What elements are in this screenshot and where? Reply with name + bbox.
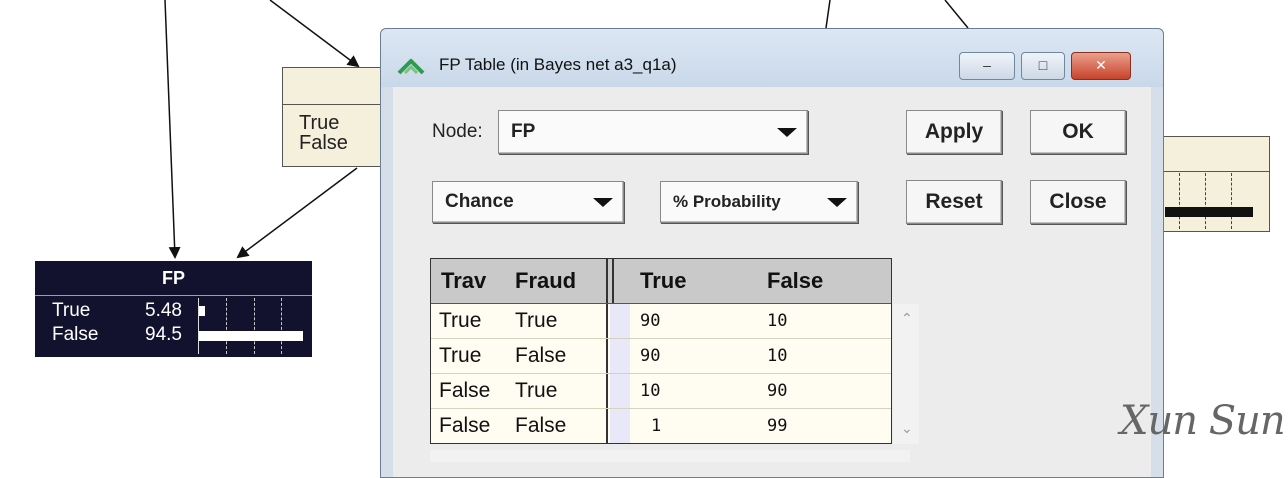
parent-node-state-true: True xyxy=(299,112,340,134)
edge-upper-right xyxy=(944,0,969,29)
fp-node[interactable]: FP True 5.48 False 94.5 xyxy=(35,261,312,357)
probability-table: Trav Fraud True False True True 90 10 Tr… xyxy=(430,258,892,444)
fp-belief-bars xyxy=(198,298,309,354)
close-button[interactable]: Close xyxy=(1030,180,1126,224)
node-type-value: Chance xyxy=(445,191,514,212)
fp-false-bar xyxy=(199,331,303,341)
dialog-titlebar[interactable]: FP Table (in Bayes net a3_q1a) – □ ✕ xyxy=(381,29,1163,87)
fp-true-label: True xyxy=(52,300,91,321)
chevron-down-icon xyxy=(827,198,847,207)
table-vertical-scrollbar[interactable]: ⌃ ⌄ xyxy=(893,304,919,444)
maximize-icon: □ xyxy=(1038,57,1048,73)
close-button-label: Close xyxy=(1049,190,1107,213)
fp-true-value: 5.48 xyxy=(145,300,182,321)
cell-prob-true[interactable]: 90 xyxy=(640,346,660,366)
watermark-signature: Xun Sun xyxy=(1120,398,1286,444)
edge-top-node-to-fp xyxy=(236,167,358,259)
parent-node-state-false: False xyxy=(299,132,348,154)
fp-node-title: FP xyxy=(35,261,312,296)
table-row: True True 90 10 xyxy=(431,304,891,339)
maximize-button[interactable]: □ xyxy=(1021,52,1065,80)
close-icon: ✕ xyxy=(1095,57,1107,73)
cell-fraud: False xyxy=(515,344,567,367)
cell-prob-false[interactable]: 99 xyxy=(767,416,787,436)
fp-false-value: 94.5 xyxy=(145,324,182,345)
fp-true-bar xyxy=(199,306,205,316)
chevron-down-icon xyxy=(593,198,613,207)
header-fraud: Fraud xyxy=(515,268,577,293)
table-header-row: Trav Fraud True False xyxy=(431,259,891,304)
cell-fraud: False xyxy=(515,414,567,437)
header-trav: Trav xyxy=(441,268,487,293)
close-window-button[interactable]: ✕ xyxy=(1071,52,1131,80)
cell-trav: False xyxy=(439,379,491,402)
right-node-header xyxy=(1161,137,1269,172)
cell-fraud: True xyxy=(515,379,558,402)
cell-trav: True xyxy=(439,344,482,367)
table-horizontal-scrollbar[interactable] xyxy=(430,450,910,462)
scroll-down-icon[interactable]: ⌄ xyxy=(901,420,913,437)
netica-app-icon xyxy=(397,59,425,75)
edge-into-fp-left xyxy=(164,0,181,259)
node-type-select[interactable]: Chance xyxy=(432,181,624,223)
table-format-select[interactable]: % Probability xyxy=(660,181,858,223)
header-false: False xyxy=(767,268,824,293)
reset-button[interactable]: Reset xyxy=(906,180,1002,224)
cell-prob-false[interactable]: 10 xyxy=(767,346,787,366)
cell-prob-false[interactable]: 90 xyxy=(767,381,787,401)
apply-button[interactable]: Apply xyxy=(906,110,1002,154)
chevron-down-icon xyxy=(777,128,797,137)
node-select[interactable]: FP xyxy=(498,110,808,154)
cell-fraud: True xyxy=(515,309,558,332)
fp-false-label: False xyxy=(52,324,99,345)
right-node-bar xyxy=(1165,207,1253,217)
node-label: Node: xyxy=(432,121,483,142)
minimize-button[interactable]: – xyxy=(959,52,1015,80)
minimize-icon: – xyxy=(983,57,991,73)
reset-button-label: Reset xyxy=(925,190,983,213)
cell-prob-true[interactable]: 10 xyxy=(640,381,660,401)
header-true: True xyxy=(640,268,687,293)
table-row: False False 1 99 xyxy=(431,409,891,443)
ok-button[interactable]: OK xyxy=(1030,110,1126,154)
table-row: True False 90 10 xyxy=(431,339,891,374)
cell-trav: True xyxy=(439,309,482,332)
edge-into-top-node xyxy=(269,0,360,68)
cell-prob-false[interactable]: 10 xyxy=(767,311,787,331)
fp-node-beliefs: True 5.48 False 94.5 xyxy=(35,296,312,357)
scroll-up-icon[interactable]: ⌃ xyxy=(901,310,913,327)
table-row: False True 10 90 xyxy=(431,374,891,409)
parent-node-header xyxy=(283,68,391,105)
table-format-value: % Probability xyxy=(673,192,781,211)
apply-button-label: Apply xyxy=(924,120,984,143)
dialog-title: FP Table (in Bayes net a3_q1a) xyxy=(439,55,677,74)
cell-prob-true[interactable]: 1 xyxy=(651,416,661,436)
right-node-box[interactable] xyxy=(1160,136,1270,232)
cell-prob-true[interactable]: 90 xyxy=(640,311,660,331)
cell-trav: False xyxy=(439,414,491,437)
node-select-value: FP xyxy=(511,121,536,142)
edge-upper-center xyxy=(825,0,831,29)
ok-button-label: OK xyxy=(1062,120,1094,143)
parent-node-box[interactable]: True False xyxy=(282,67,392,167)
